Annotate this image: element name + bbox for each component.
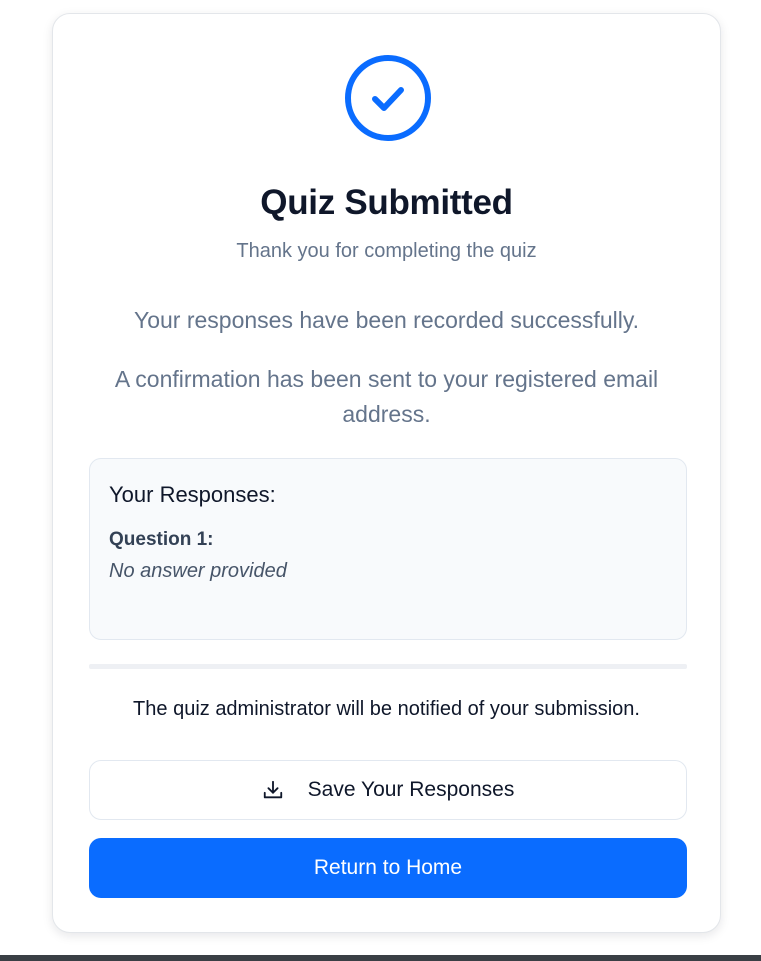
responses-heading: Your Responses: [109, 482, 276, 507]
divider [89, 664, 687, 669]
save-responses-button[interactable]: Save Your Responses [89, 760, 687, 820]
bottom-edge-bar [0, 955, 761, 961]
return-home-button[interactable]: Return to Home [89, 838, 687, 898]
responses-panel: Your Responses: Question 1: No answer pr… [89, 458, 687, 640]
save-responses-label: Save Your Responses [307, 778, 515, 801]
email-confirmation-message: A confirmation has been sent to your reg… [114, 366, 659, 427]
recorded-message: Your responses have been recorded succes… [133, 307, 640, 333]
check-circle-icon [344, 54, 432, 142]
page-subtitle: Thank you for completing the quiz [236, 240, 537, 262]
admin-notice: The quiz administrator will be notified … [133, 698, 640, 720]
page-title: Quiz Submitted [260, 183, 513, 222]
question-answer: No answer provided [109, 560, 287, 582]
confirmation-card: Quiz Submitted Thank you for completing … [52, 13, 721, 933]
download-icon [262, 779, 284, 801]
question-label: Question 1: [109, 529, 214, 550]
return-home-label: Return to Home [313, 856, 463, 879]
